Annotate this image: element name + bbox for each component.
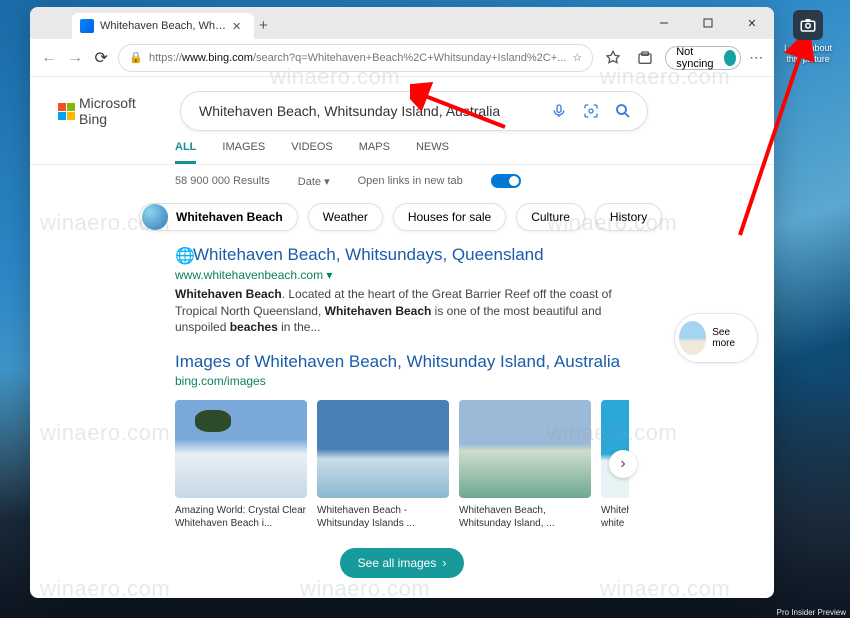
learn-about-picture-widget[interactable]: Learn aboutthis picture [780,10,836,65]
tab-videos[interactable]: VIDEOS [291,141,333,164]
image-thumbnail [317,400,449,498]
images-section-url[interactable]: bing.com/images [175,374,629,388]
settings-menu-button[interactable]: ⋯ [749,49,765,66]
bing-favicon [80,19,94,33]
related-pill-weather[interactable]: Weather [308,203,383,231]
globe-icon: 🌐 [175,246,189,266]
search-box[interactable] [180,91,648,131]
camera-search-icon [793,10,823,40]
tab-images[interactable]: IMAGES [222,141,265,164]
search-input[interactable] [199,103,543,119]
close-window-button[interactable]: ✕ [730,7,774,39]
titlebar: Whitehaven Beach, Whitsund ✕ + ✕ [30,7,774,39]
image-caption: Whitehaven white sa... [601,504,629,532]
image-result[interactable]: Amazing World: Crystal Clear Whitehaven … [175,400,307,532]
address-bar: ← → ⟳ 🔒 https://www.bing.com/search?q=Wh… [30,39,774,77]
edge-browser-window: Whitehaven Beach, Whitsund ✕ + ✕ ← → ⟳ 🔒… [30,7,774,598]
see-more-thumbnail [679,321,706,355]
sync-label: Not syncing [676,46,718,70]
url-text: https://www.bing.com/search?q=Whitehaven… [149,52,566,64]
profile-sync-button[interactable]: Not syncing [665,46,740,70]
tab-all[interactable]: ALL [175,141,196,164]
favorite-icon[interactable]: ☆ [572,51,582,64]
open-new-tab-toggle[interactable] [491,174,521,188]
image-thumbnail [459,400,591,498]
date-filter[interactable]: Date ▾ [298,175,330,188]
maximize-button[interactable] [686,7,730,39]
forward-button: → [66,44,84,72]
new-tab-button[interactable]: + [259,17,268,34]
url-input[interactable]: 🔒 https://www.bing.com/search?q=Whitehav… [118,44,593,72]
open-new-tab-label: Open links in new tab [358,175,463,187]
tab-title: Whitehaven Beach, Whitsund [100,20,226,32]
profile-avatar [724,50,736,66]
browser-tab[interactable]: Whitehaven Beach, Whitsund ✕ [72,13,254,39]
image-caption: Whitehaven Beach, Whitsunday Island, ... [459,504,591,532]
page-content: Microsoft Bing ALL IMAGES VIDEOS MAPS NE… [30,77,774,598]
image-thumbnail [601,400,629,498]
widget-label: Learn aboutthis picture [780,43,836,65]
minimize-button[interactable] [642,7,686,39]
result-title[interactable]: Whitehaven Beach, Whitsundays, Queenslan… [193,245,544,264]
image-thumbnail [175,400,307,498]
image-caption: Amazing World: Crystal Clear Whitehaven … [175,504,307,532]
tab-maps[interactable]: MAPS [359,141,390,164]
result-description: Whitehaven Beach. Located at the heart o… [175,286,629,336]
related-pill-culture[interactable]: Culture [516,203,585,231]
results-count: 58 900 000 Results [175,175,270,187]
refresh-button[interactable]: ⟳ [92,44,110,72]
collections-icon[interactable] [601,46,625,70]
scroll-right-button[interactable]: › [609,450,637,478]
search-icon[interactable] [607,95,639,127]
see-more-card[interactable]: See more [674,313,758,363]
extensions-icon[interactable] [633,46,657,70]
images-section-title[interactable]: Images of Whitehaven Beach, Whitsunday I… [175,352,620,371]
related-pill-history[interactable]: History [595,203,662,231]
related-pill-houses[interactable]: Houses for sale [393,203,506,231]
result-url[interactable]: www.whitehavenbeach.com ▾ [175,268,629,282]
image-caption: Whitehaven Beach - Whitsunday Islands ..… [317,504,449,532]
visual-search-icon[interactable] [575,95,607,127]
entity-thumbnail [142,204,168,230]
insider-watermark: Pro Insider Preview [773,607,850,618]
back-button[interactable]: ← [40,44,58,72]
see-all-images-button[interactable]: See all images › [340,548,465,578]
voice-search-icon[interactable] [543,95,575,127]
image-result[interactable]: Whitehaven Beach - Whitsunday Islands ..… [317,400,449,532]
bing-logo[interactable]: Microsoft Bing [58,95,150,127]
entity-pill[interactable]: Whitehaven Beach [139,203,298,231]
close-tab-icon[interactable]: ✕ [232,20,246,33]
lock-icon: 🔒 [129,51,143,64]
image-result[interactable]: Whitehaven Beach, Whitsunday Island, ... [459,400,591,532]
tab-news[interactable]: NEWS [416,141,449,164]
